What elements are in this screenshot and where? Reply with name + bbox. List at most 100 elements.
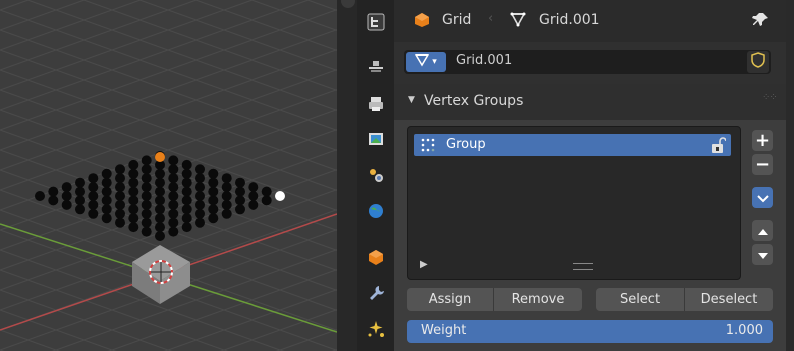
vertex-point[interactable] (141, 164, 152, 175)
wrench-icon[interactable] (364, 281, 388, 305)
vertex-point[interactable] (195, 208, 205, 219)
vertex-point[interactable] (181, 213, 192, 224)
vertex-point[interactable] (75, 186, 85, 197)
vertex-point[interactable] (221, 182, 232, 193)
vertex-point[interactable] (128, 177, 139, 188)
remove-vertex-group-button[interactable]: − (752, 154, 773, 175)
add-vertex-group-button[interactable]: + (752, 130, 773, 151)
vertex-point[interactable] (88, 191, 99, 201)
vertex-groups-header[interactable]: ▼ Vertex Groups ⁘⁘ (394, 84, 786, 120)
vertex-point[interactable] (88, 199, 99, 210)
vertex-point[interactable] (208, 213, 219, 224)
fake-user-button[interactable] (747, 51, 769, 73)
vertex-point[interactable] (235, 177, 245, 188)
outliner-icon[interactable] (364, 10, 388, 34)
vertex-point[interactable] (128, 204, 139, 215)
expand-filter-icon[interactable]: ▶ (420, 259, 428, 270)
vertex-point[interactable] (141, 173, 152, 184)
vertex-point[interactable] (181, 222, 192, 233)
vertex-point[interactable] (168, 173, 179, 184)
vertex-point[interactable] (48, 186, 59, 197)
vertex-point[interactable] (155, 213, 165, 224)
vertex-point[interactable] (101, 204, 112, 215)
vertex-point[interactable] (61, 199, 72, 210)
vertex-point[interactable] (181, 177, 192, 188)
vertex-point[interactable] (195, 191, 205, 201)
vertex-point[interactable] (248, 191, 259, 201)
vertex-point[interactable] (168, 182, 179, 193)
vertex-point[interactable] (221, 191, 232, 201)
vertex-point[interactable] (208, 186, 219, 197)
vertex-point[interactable] (195, 173, 205, 184)
vertex-point[interactable] (101, 195, 112, 206)
vertex-point[interactable] (141, 182, 152, 193)
list-resize-handle-icon[interactable] (573, 263, 593, 270)
3d-viewport[interactable] (0, 0, 337, 351)
weight-slider[interactable]: Weight 1.000 (407, 320, 773, 343)
vertex-point[interactable] (88, 208, 99, 219)
vertex-point[interactable] (181, 186, 192, 197)
vertex-point[interactable] (88, 173, 99, 184)
pin-icon[interactable] (752, 11, 770, 33)
vertex-point[interactable] (168, 217, 179, 228)
select-button[interactable]: Select (596, 288, 685, 311)
remove-button[interactable]: Remove (494, 288, 582, 311)
vertex-point[interactable] (128, 159, 139, 170)
vertex-point[interactable] (115, 191, 125, 201)
vertex-point[interactable] (168, 155, 179, 166)
vertex-point[interactable] (141, 191, 152, 201)
vertex-point[interactable] (101, 213, 112, 224)
vertex-point[interactable] (155, 186, 165, 197)
vertex-point[interactable] (141, 199, 152, 210)
mesh-datablock-selector[interactable]: ▾ Grid.001 (404, 50, 771, 74)
vertex-point[interactable] (128, 186, 139, 197)
vertex-point[interactable] (128, 222, 139, 233)
vertex-point[interactable] (155, 168, 165, 179)
vertex-point[interactable] (115, 182, 125, 193)
move-down-button[interactable] (752, 244, 773, 265)
vertex-point[interactable] (61, 182, 72, 193)
vertex-point[interactable] (115, 217, 125, 228)
printer-icon[interactable] (364, 92, 388, 116)
vertex-point[interactable] (155, 231, 165, 241)
panel-scrollbar[interactable] (786, 0, 794, 351)
vertex-group-list[interactable]: Group ▶ (407, 126, 741, 280)
particles-icon[interactable] (364, 317, 388, 341)
vertex-point[interactable] (221, 199, 232, 210)
vertex-point[interactable] (155, 195, 165, 206)
unlock-icon[interactable] (710, 136, 727, 158)
vertex-point[interactable] (75, 177, 85, 188)
vertex-point[interactable] (168, 164, 179, 175)
tool-settings-icon[interactable] (364, 54, 388, 78)
vertex-point[interactable] (208, 168, 219, 179)
vertex-point[interactable] (115, 208, 125, 219)
vertex-point[interactable] (168, 199, 179, 210)
vertex-point[interactable] (115, 173, 125, 184)
image-icon[interactable] (364, 127, 388, 151)
vertex-point[interactable] (155, 204, 165, 215)
vertex-point[interactable] (248, 199, 259, 210)
vertex-point[interactable] (195, 164, 205, 175)
vertex-point[interactable] (208, 177, 219, 188)
vertex-point[interactable] (221, 208, 232, 219)
move-up-button[interactable] (752, 220, 773, 241)
vertex-point[interactable] (101, 177, 112, 188)
vertex-point[interactable] (48, 195, 59, 206)
vertex-point[interactable] (168, 191, 179, 201)
vertex-point[interactable] (221, 173, 232, 184)
vertex-point[interactable] (128, 168, 139, 179)
vertex-point[interactable] (128, 213, 139, 224)
collapse-triangle-icon[interactable]: ▼ (408, 95, 415, 105)
vertex-point[interactable] (155, 177, 165, 188)
vertex-point[interactable] (141, 217, 152, 228)
specials-menu-button[interactable] (752, 187, 773, 208)
vertex-point[interactable] (195, 217, 205, 228)
vertex-point[interactable] (101, 186, 112, 197)
area-divider[interactable] (337, 0, 357, 351)
vertex-point[interactable] (181, 168, 192, 179)
active-vertex[interactable] (275, 191, 285, 201)
vertex-point[interactable] (115, 164, 125, 175)
vertex-point[interactable] (168, 208, 179, 219)
vertex-point[interactable] (101, 168, 112, 179)
vertex-point[interactable] (248, 182, 259, 193)
